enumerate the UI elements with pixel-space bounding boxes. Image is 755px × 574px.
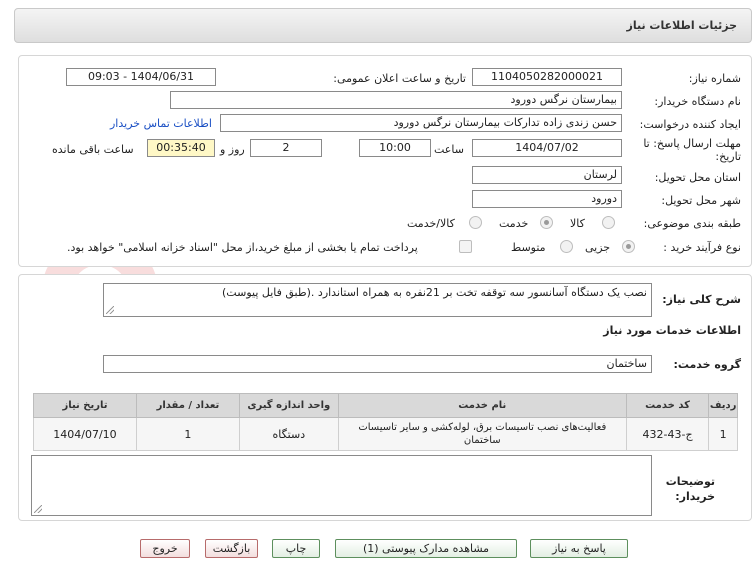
days-remaining-field[interactable]: 2 [250, 139, 322, 157]
need-number-label: شماره نیاز: [688, 72, 741, 85]
col-quantity: تعداد / مقدار [135, 393, 240, 418]
service-group-label: گروه خدمت: [673, 358, 741, 371]
process-medium-label: متوسط [511, 241, 546, 254]
category-goods-service-radio[interactable] [469, 216, 482, 229]
category-goods-service-label: کالا/خدمت [407, 217, 455, 230]
cell-need-date: 1404/07/10 [33, 417, 137, 451]
services-title: اطلاعات خدمات مورد نیاز [603, 324, 741, 337]
days-label: روز و [220, 143, 245, 156]
buyer-notes-label: توضیحات [665, 475, 715, 488]
treasury-payment-note: پرداخت تمام یا بخشی از مبلغ خرید،از محل … [67, 241, 418, 254]
back-button[interactable]: بازگشت [205, 539, 258, 558]
buyer-notes-textarea[interactable] [31, 455, 652, 516]
category-service-radio[interactable] [540, 216, 553, 229]
announce-date-label: تاریخ و ساعت اعلان عمومی: [333, 72, 466, 85]
category-goods-label: کالا [570, 217, 585, 230]
col-row-number: ردیف [708, 393, 738, 418]
exit-button[interactable]: خروج [140, 539, 190, 558]
col-service-code: کد خدمت [625, 393, 710, 418]
buyer-contact-link[interactable]: اطلاعات تماس خریدار [110, 117, 212, 130]
description-textarea[interactable]: نصب یک دستگاه آسانسور سه توقفه تخت بر 21… [103, 283, 652, 317]
province-field[interactable]: لرستان [472, 166, 622, 184]
announce-date-field[interactable]: 1404/06/31 - 09:03 [66, 68, 216, 86]
table-row[interactable]: 1 ج-43-432 فعالیت‌های نصب تاسیسات برق، ل… [33, 417, 738, 451]
col-unit: واحد اندازه گیری [238, 393, 339, 418]
creator-field[interactable]: حسن زندی زاده تدارکات بیمارستان نرگس دور… [220, 114, 622, 132]
category-label: طبقه بندی موضوعی: [643, 217, 741, 230]
services-table: ردیف کد خدمت نام خدمت واحد اندازه گیری ت… [33, 393, 738, 451]
process-minor-label: جزیی [585, 241, 611, 254]
cell-row-number: 1 [708, 417, 738, 451]
cell-unit: دستگاه [238, 417, 339, 451]
description-label: شرح کلی نیاز: [662, 293, 741, 306]
time-remaining-label: ساعت باقی مانده [52, 143, 134, 156]
need-number-field[interactable]: 1104050282000021 [472, 68, 622, 86]
deadline-date-field[interactable]: 1404/07/02 [472, 139, 622, 157]
city-field[interactable]: دورود [472, 190, 622, 208]
print-button[interactable]: چاپ [272, 539, 320, 558]
province-label: استان محل تحویل: [654, 171, 741, 184]
deadline-time-field[interactable]: 10:00 [359, 139, 431, 157]
process-type-label: نوع فرآیند خرید : [663, 241, 741, 254]
time-remaining-field[interactable]: 00:35:40 [147, 139, 215, 157]
cell-quantity: 1 [135, 417, 240, 451]
buyer-name-label: نام دستگاه خریدار: [654, 95, 741, 108]
process-medium-radio[interactable] [560, 240, 573, 253]
buyer-name-field[interactable]: بیمارستان نرگس دورود [170, 91, 622, 109]
col-service-name: نام خدمت [337, 393, 627, 418]
city-label: شهر محل تحویل: [661, 194, 741, 207]
process-minor-radio[interactable] [622, 240, 635, 253]
view-attachments-button[interactable]: مشاهده مدارک پیوستی (1) [335, 539, 517, 558]
page-title: جزئیات اطلاعات نیاز [626, 19, 738, 32]
cell-service-code: ج-43-432 [625, 417, 710, 451]
category-service-label: خدمت [499, 217, 529, 230]
cell-service-name: فعالیت‌های نصب تاسیسات برق، لوله‌کشی و س… [337, 417, 627, 451]
panel-header: جزئیات اطلاعات نیاز [14, 8, 752, 43]
deadline-label-2: تاریخ: [715, 150, 741, 163]
service-group-field[interactable]: ساختمان [103, 355, 652, 373]
category-goods-radio[interactable] [602, 216, 615, 229]
creator-label: ایجاد کننده درخواست: [639, 118, 741, 131]
need-info-section [18, 55, 752, 267]
deadline-label: مهلت ارسال پاسخ: تا [643, 137, 741, 150]
buyer-notes-label-2: خریدار: [675, 490, 715, 503]
col-need-date: تاریخ نیاز [33, 393, 137, 418]
deadline-time-label: ساعت [434, 143, 464, 156]
description-text: نصب یک دستگاه آسانسور سه توقفه تخت بر 21… [222, 286, 647, 299]
resize-grip-icon[interactable] [34, 505, 42, 513]
reply-button[interactable]: پاسخ به نیاز [530, 539, 628, 558]
resize-grip-icon[interactable] [106, 306, 114, 314]
table-header-row: ردیف کد خدمت نام خدمت واحد اندازه گیری ت… [33, 393, 738, 418]
treasury-payment-checkbox[interactable] [459, 240, 472, 253]
